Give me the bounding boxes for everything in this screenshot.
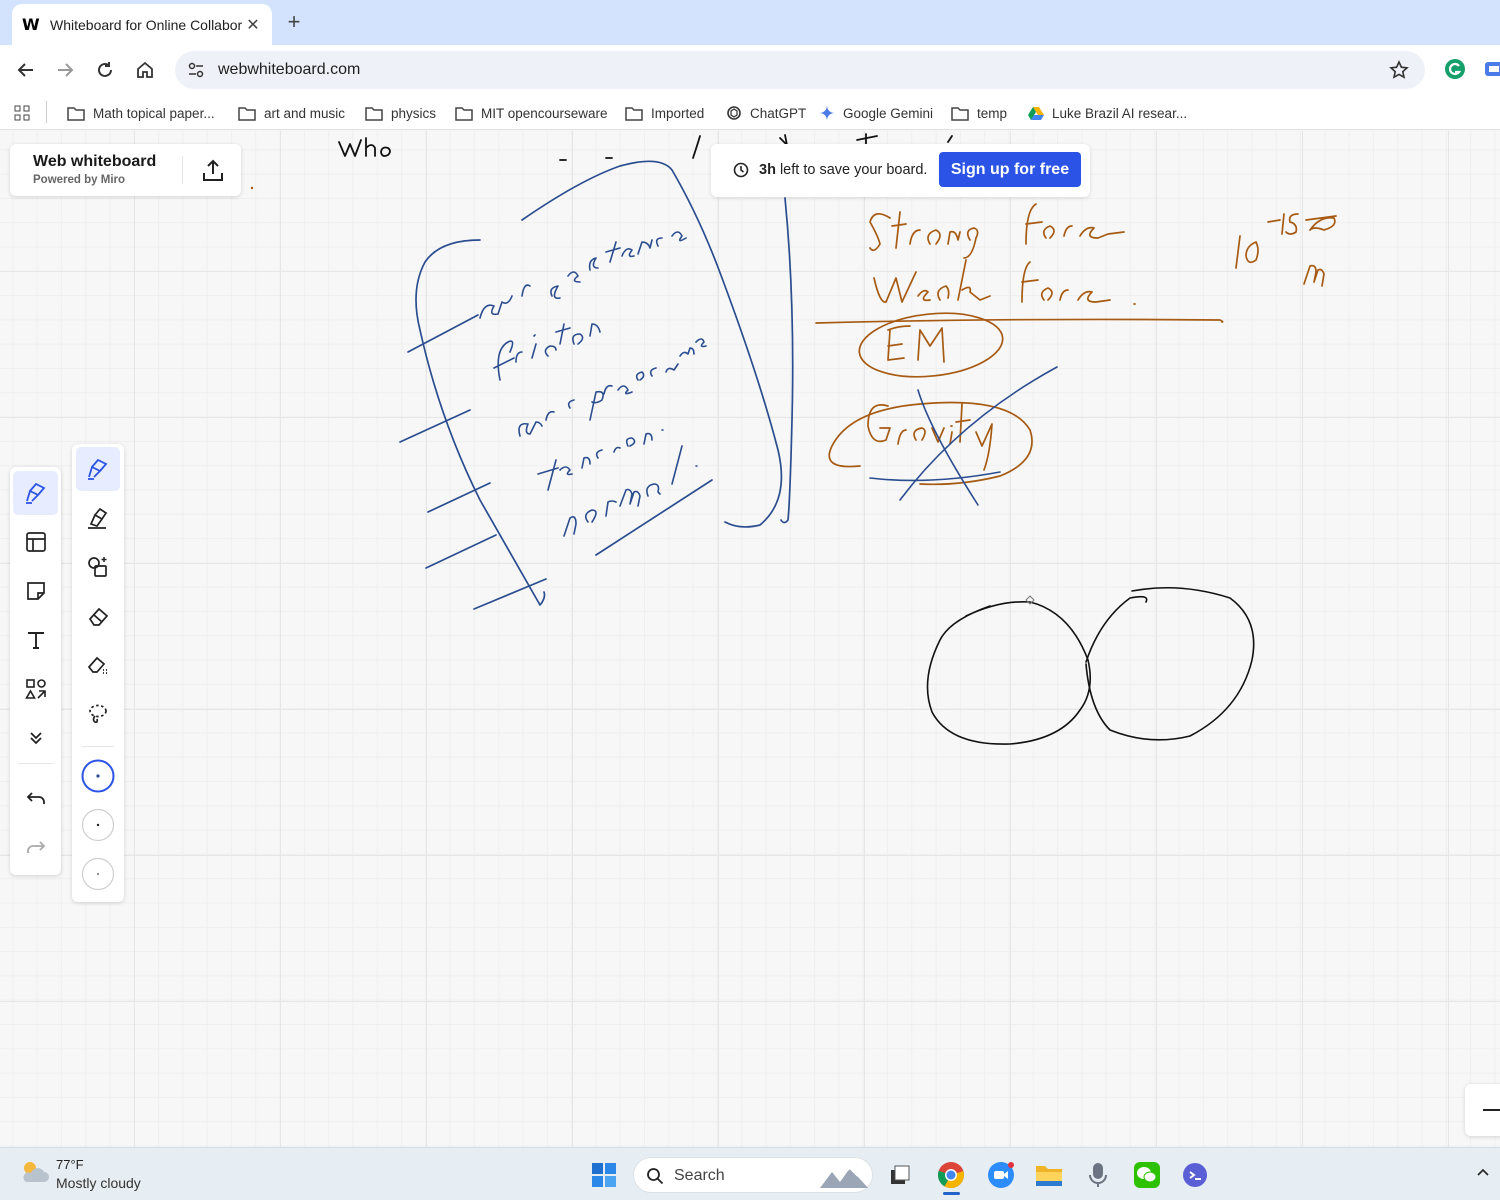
- zoom-app-icon: [988, 1162, 1014, 1188]
- highlighter-button[interactable]: [76, 496, 120, 540]
- search-icon: [647, 1168, 664, 1185]
- stray-dot: [250, 186, 254, 190]
- pen-icon: [88, 458, 108, 480]
- export-button[interactable]: [200, 158, 226, 184]
- divider-line: [815, 318, 1224, 324]
- shapes-icon: [24, 679, 46, 699]
- stroke-size-selected-icon: [81, 759, 115, 793]
- gravity-ellipse: [828, 401, 1033, 486]
- brand-title: Web whiteboard: [33, 153, 157, 170]
- screen: W Whiteboard for Online Collabor ✕ + web…: [0, 0, 1500, 1200]
- shapes-button[interactable]: [13, 667, 58, 711]
- object-eraser-button[interactable]: [76, 643, 120, 687]
- pen-icon: [25, 482, 45, 504]
- chrome-taskbar-button[interactable]: [934, 1158, 968, 1192]
- zoom-taskbar-button[interactable]: [984, 1158, 1018, 1192]
- handwriting-forces-brown: [815, 203, 1337, 486]
- zoom-out-icon[interactable]: [1483, 1109, 1500, 1111]
- chevron-double-down-icon: [29, 732, 42, 745]
- taskbar-search[interactable]: Search: [633, 1157, 873, 1193]
- file-explorer-icon: [1036, 1166, 1062, 1186]
- microphone-icon: [1089, 1163, 1107, 1187]
- weather-temperature: 77°F: [56, 1157, 84, 1172]
- more-tools-button[interactable]: [13, 716, 58, 760]
- highlighter-icon: [88, 507, 108, 529]
- wechat-button[interactable]: [1130, 1158, 1164, 1192]
- pen-toolbar-divider: [82, 746, 114, 747]
- save-message: left to save your board.: [775, 162, 928, 178]
- stroke-size-small[interactable]: [76, 852, 120, 896]
- chevron-up-icon[interactable]: [1475, 1164, 1491, 1180]
- main-toolbar: [10, 467, 61, 875]
- brand-card: Web whiteboard Powered by Miro: [10, 144, 241, 196]
- task-view-button[interactable]: [883, 1158, 917, 1192]
- cloudy-weather-icon[interactable]: [18, 1158, 50, 1186]
- handwriting-force-list: [479, 231, 707, 537]
- app-icon: [1183, 1163, 1207, 1187]
- save-board-banner: 3h left to save your board. Sign up for …: [711, 144, 1090, 197]
- text-icon: [27, 632, 44, 649]
- layout-icon: [25, 532, 46, 552]
- handwriting-gravity: [867, 403, 993, 471]
- task-view-icon: [891, 1165, 910, 1184]
- eraser-button[interactable]: [76, 594, 120, 638]
- stroke-size-large[interactable]: [76, 754, 120, 798]
- handwriting-weak-force: [873, 259, 1136, 305]
- wechat-icon: [1134, 1162, 1160, 1188]
- search-highlight-icon: [820, 1166, 868, 1188]
- handwriting-air-pressure: [518, 338, 707, 437]
- pen-button[interactable]: [76, 447, 120, 491]
- handwriting-exponent: [1235, 213, 1337, 287]
- templates-button[interactable]: [13, 520, 58, 564]
- undo-button[interactable]: [13, 778, 58, 822]
- handwriting-tension: [537, 429, 664, 491]
- file-explorer-button[interactable]: [1032, 1158, 1066, 1192]
- smart-shape-icon: [88, 557, 107, 577]
- stroke-size-medium[interactable]: [76, 803, 120, 847]
- text-tool-button[interactable]: [13, 618, 58, 662]
- handwriting-strong-force: [869, 203, 1125, 259]
- pen-tool-button[interactable]: [13, 471, 58, 515]
- start-button[interactable]: [587, 1158, 621, 1192]
- windows-taskbar: 77°F Mostly cloudy Search: [0, 1147, 1500, 1200]
- zoom-control[interactable]: [1465, 1084, 1500, 1136]
- smart-drawing-button[interactable]: [76, 545, 120, 589]
- voice-recorder-button[interactable]: [1081, 1158, 1115, 1192]
- blue-bracket-box: [399, 160, 794, 610]
- active-app-indicator: [943, 1192, 960, 1195]
- redo-button[interactable]: [13, 827, 58, 871]
- eraser-icon: [88, 607, 109, 626]
- sticky-note-icon: [26, 582, 45, 600]
- stroke-size-icon: [81, 808, 115, 842]
- search-placeholder: Search: [674, 1167, 725, 1184]
- pen-options-toolbar: [72, 444, 124, 902]
- object-eraser-icon: [87, 656, 107, 674]
- handwriting-friction: [493, 323, 601, 381]
- terminal-app-button[interactable]: [1178, 1158, 1212, 1192]
- handwriting-air-resistence: [479, 231, 687, 319]
- handwriting-em: [887, 325, 945, 363]
- cross-out-lines: [869, 366, 1058, 506]
- windows-logo-icon: [592, 1163, 616, 1187]
- weather-description: Mostly cloudy: [56, 1175, 141, 1191]
- chrome-icon: [937, 1162, 964, 1189]
- upload-icon: [203, 159, 223, 181]
- brand-subtitle: Powered by Miro: [33, 174, 126, 186]
- lasso-icon: [89, 704, 107, 724]
- sticky-note-button[interactable]: [13, 569, 58, 613]
- sign-up-button[interactable]: Sign up for free: [939, 152, 1081, 187]
- toolbar-divider: [18, 763, 53, 764]
- undo-icon: [26, 792, 45, 804]
- clock-icon: [733, 162, 749, 178]
- time-left: 3h: [759, 162, 776, 178]
- brand-divider: [182, 156, 183, 184]
- overlapping-circles: [926, 586, 1255, 745]
- stroke-size-icon: [81, 857, 115, 891]
- redo-icon: [26, 841, 45, 853]
- lasso-button[interactable]: [76, 692, 120, 736]
- save-countdown-text: 3h left to save your board.: [759, 162, 927, 178]
